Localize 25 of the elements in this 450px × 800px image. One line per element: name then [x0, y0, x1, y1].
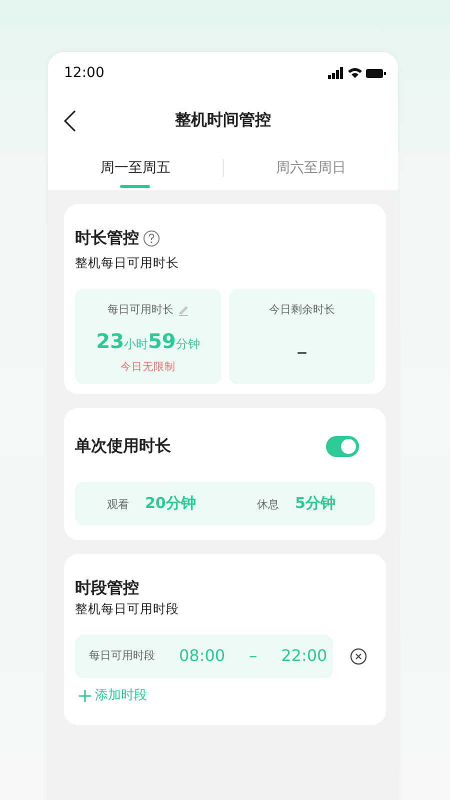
card-title: 时段管控 [75, 577, 140, 599]
usage-value: 5分钟 [295, 493, 336, 514]
back-button[interactable] [64, 108, 76, 132]
card-subtitle: 整机每日可用时长 [75, 254, 180, 272]
usage-label: 观看 [107, 497, 129, 514]
stat-value: 23小时59分钟 [96, 328, 200, 356]
tab[interactable]: 周六至周日 [224, 146, 398, 190]
status-time: 12:00 [64, 64, 104, 82]
stat-label: 每日可用时长 [108, 302, 174, 318]
card-subtitle: 整机每日可用时段 [75, 600, 180, 618]
usage-label: 休息 [257, 497, 279, 514]
limit-note: 今日无限制 [120, 360, 176, 376]
stat-label: 今日剩余时长 [269, 302, 335, 318]
remove-icon[interactable] [350, 648, 367, 665]
card-title: 单次使用时长 [75, 435, 171, 457]
status-icons [328, 67, 386, 79]
toggle-switch[interactable] [326, 436, 359, 456]
card-title: 时长管控 [75, 227, 139, 249]
help-icon[interactable] [143, 230, 160, 246]
usage-value: 20分钟 [145, 493, 196, 514]
stat-value: – [296, 339, 308, 368]
page-title: 整机时间管控 [175, 109, 271, 131]
tab[interactable]: 周一至周五 [48, 146, 222, 190]
plus-icon [79, 690, 91, 702]
period-range[interactable]: 每日可用时段 08:00 – 22:00 [75, 634, 333, 678]
